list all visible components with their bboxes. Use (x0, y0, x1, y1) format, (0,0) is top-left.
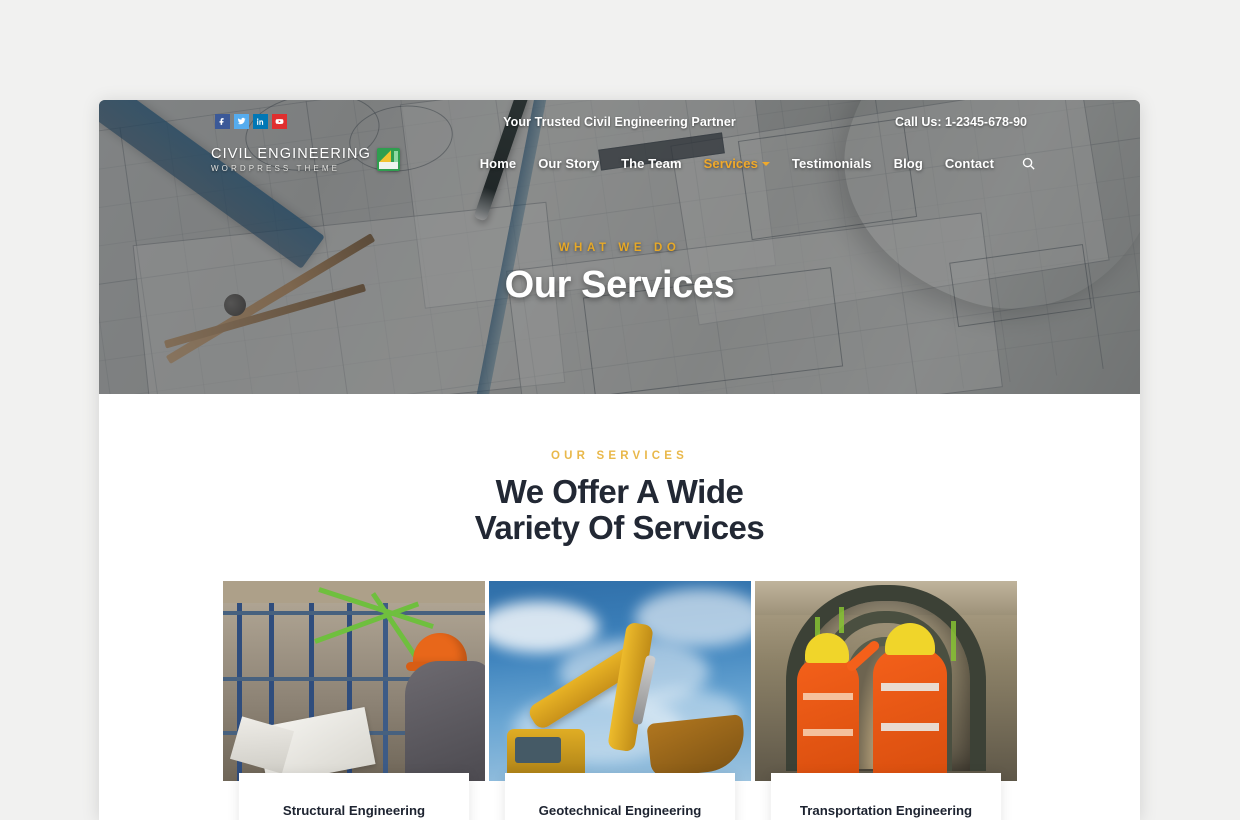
worker-hi-vis (797, 657, 859, 782)
chevron-down-icon (761, 162, 770, 167)
section-title-line1: We Offer A Wide (495, 473, 744, 510)
nav-item-the-team[interactable]: The Team (610, 156, 693, 171)
main-navbar: CIVIL ENGINEERING WORDPRESS THEME Home O… (99, 144, 1140, 190)
search-icon[interactable] (1019, 154, 1037, 172)
logo-title: CIVIL ENGINEERING (211, 146, 371, 162)
nav-item-contact[interactable]: Contact (934, 156, 1005, 171)
section-kicker: OUR SERVICES (550, 450, 689, 462)
service-card-image (755, 581, 1017, 782)
service-card-text-box: Transportation Engineering Lorem ipsum d… (771, 773, 1001, 820)
hero-title: Our Services (504, 264, 735, 306)
hero-heading-block: WHAT WE DO Our Services (99, 242, 1140, 307)
services-card-grid: Structural Engineering Lorem ipsum dolor… (222, 581, 1017, 820)
crane-logo-icon (376, 148, 400, 172)
service-card[interactable]: Geotechnical Engineering Lorem ipsum dol… (489, 581, 751, 820)
services-section: OUR SERVICES We Offer A Wide Variety Of … (99, 394, 1140, 820)
service-card-image (223, 581, 485, 782)
nav-item-our-story[interactable]: Our Story (527, 156, 610, 171)
service-card-title: Structural Engineering (282, 803, 426, 819)
section-title-line2: Variety Of Services (474, 508, 765, 546)
hero-section: Your Trusted Civil Engineering Partner C… (99, 100, 1140, 394)
nav-item-services-label: Services (703, 155, 758, 171)
call-us-text[interactable]: Call Us: 1-2345-678-90 (895, 115, 1027, 129)
page-title: We Offer A Wide Variety Of Services (99, 474, 1140, 545)
service-card-title: Transportation Engineering (799, 803, 973, 819)
service-card-title: Geotechnical Engineering (538, 803, 702, 819)
service-card[interactable]: Transportation Engineering Lorem ipsum d… (755, 581, 1017, 820)
site-logo[interactable]: CIVIL ENGINEERING WORDPRESS THEME (211, 147, 400, 173)
service-card-text-box: Geotechnical Engineering Lorem ipsum dol… (505, 773, 735, 820)
service-card-text-box: Structural Engineering Lorem ipsum dolor… (239, 773, 469, 820)
nav-item-services[interactable]: Services (693, 156, 781, 171)
service-card[interactable]: Structural Engineering Lorem ipsum dolor… (223, 581, 485, 820)
nav-item-blog[interactable]: Blog (883, 156, 934, 171)
nav-item-testimonials[interactable]: Testimonials (781, 156, 883, 171)
site-page-frame: Your Trusted Civil Engineering Partner C… (99, 100, 1140, 820)
service-card-image (489, 581, 751, 782)
hero-kicker: WHAT WE DO (558, 242, 681, 254)
nav-item-home[interactable]: Home (469, 156, 528, 171)
logo-subtitle: WORDPRESS THEME (211, 163, 341, 173)
nav-menu: Home Our Story The Team Services Testimo… (469, 154, 1037, 172)
top-utility-bar: Your Trusted Civil Engineering Partner C… (99, 100, 1140, 144)
worker-hi-vis (873, 649, 947, 782)
